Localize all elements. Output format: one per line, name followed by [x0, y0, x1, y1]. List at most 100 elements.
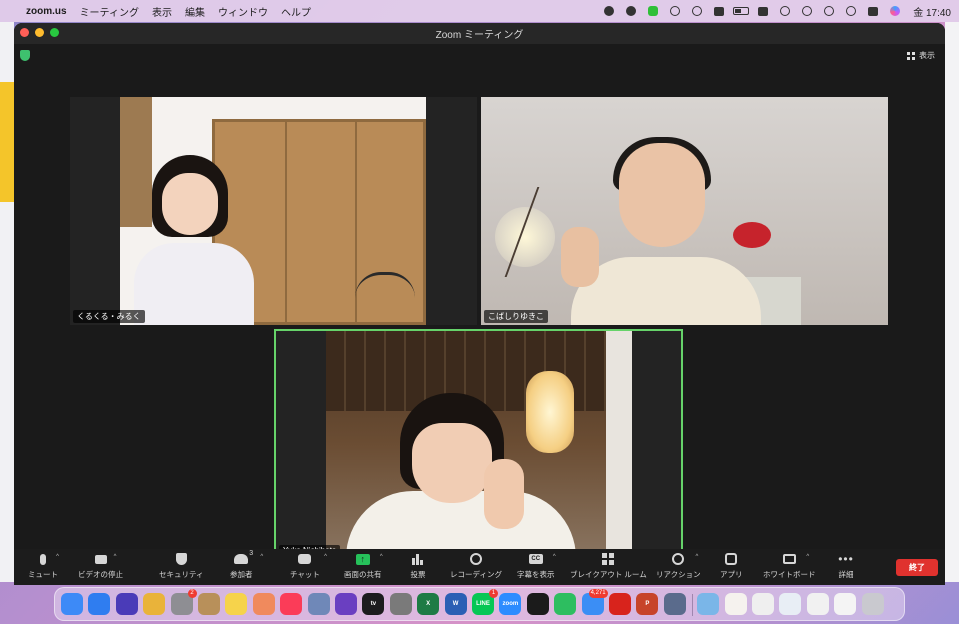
- menu-window[interactable]: ウィンドウ: [218, 4, 268, 19]
- play-icon[interactable]: [689, 5, 705, 17]
- more-button[interactable]: ••• 詳細: [838, 552, 854, 584]
- polls-button[interactable]: 投票: [410, 552, 426, 584]
- breakout-rooms-button[interactable]: ブレイクアウト ルーム: [570, 552, 647, 584]
- video-tile-active-speaker[interactable]: Yuka Nishihata: [274, 329, 683, 560]
- share-options-caret[interactable]: ^: [380, 554, 383, 560]
- window-titlebar: Zoom ミーティング: [14, 23, 945, 44]
- menu-help[interactable]: ヘルプ: [281, 4, 311, 19]
- photos-icon[interactable]: [252, 593, 275, 615]
- mute-button[interactable]: ^ ミュート: [28, 552, 59, 584]
- menu-bar: zoom.us ミーティング 表示 編集 ウィンドウ ヘルプ 金 17:40: [0, 0, 959, 22]
- end-meeting-button[interactable]: 終了: [896, 559, 938, 576]
- keychain-icon[interactable]: [198, 593, 220, 615]
- app-icon[interactable]: [389, 593, 412, 615]
- record-button[interactable]: レコーディング: [450, 552, 502, 584]
- view-button-label: 表示: [919, 51, 935, 60]
- menu-view[interactable]: 表示: [152, 4, 172, 19]
- zoom-meeting-window: Zoom ミーティング 表示 くるくる・みるく こばしりゆきこ ^ ミュート ^…: [14, 23, 945, 585]
- video-gallery: 表示 くるくる・みるく こばしりゆきこ: [14, 44, 945, 560]
- whiteboard-button[interactable]: ^ ホワイトボード: [763, 552, 816, 584]
- imovie-icon[interactable]: [335, 593, 357, 615]
- search-icon[interactable]: [843, 5, 859, 17]
- security-button[interactable]: セキュリティ: [159, 552, 204, 584]
- minimize-window-button[interactable]: [35, 28, 44, 37]
- stop-video-button[interactable]: ^ ビデオの停止: [78, 552, 123, 584]
- meeting-toolbar: ^ ミュート ^ ビデオの停止 セキュリティ 3 ^ 参加者 ^ チャット ↑ ^ …: [14, 549, 945, 585]
- participants-options-caret[interactable]: ^: [260, 554, 263, 560]
- menu-edit[interactable]: 編集: [185, 4, 205, 19]
- zoom-icon[interactable]: zoom: [499, 593, 522, 615]
- polls-label: 投票: [410, 570, 426, 579]
- video-options-caret[interactable]: ^: [114, 554, 117, 560]
- encryption-shield-icon[interactable]: [20, 50, 30, 61]
- document-thumb-5-icon[interactable]: [834, 593, 857, 615]
- shield-icon: [173, 552, 189, 566]
- background-window-left: [0, 22, 14, 582]
- siri-icon[interactable]: [887, 5, 903, 17]
- share-screen-icon: ↑ ^: [355, 552, 383, 566]
- chrome-icon[interactable]: [143, 593, 166, 615]
- chat-options-caret[interactable]: ^: [324, 554, 327, 560]
- dash-icon[interactable]: [623, 5, 639, 17]
- downloads-folder-icon[interactable]: [697, 593, 720, 615]
- view-button[interactable]: 表示: [907, 50, 935, 61]
- safari-icon[interactable]: [88, 593, 111, 615]
- participant-video-3: [326, 331, 632, 558]
- video-tile-participant-1[interactable]: くるくる・みるく: [70, 97, 477, 325]
- captions-button[interactable]: CC ^ 字幕を表示: [517, 552, 556, 584]
- document-thumb-3-icon[interactable]: [779, 593, 802, 615]
- whiteboard-options-caret[interactable]: ^: [806, 554, 809, 560]
- control-center-icon[interactable]: [865, 5, 881, 17]
- screenshot-icon[interactable]: [663, 593, 686, 615]
- battery-icon[interactable]: [733, 5, 750, 17]
- participant-name-tag: こばしりゆきこ: [484, 310, 548, 323]
- powerpoint-icon[interactable]: P: [636, 593, 659, 615]
- line-icon[interactable]: [645, 5, 661, 17]
- document-thumb-4-icon[interactable]: [806, 593, 829, 615]
- record-icon: [468, 552, 484, 566]
- document-thumb-1-icon[interactable]: [724, 593, 747, 615]
- line-app-icon[interactable]: LINE 1: [472, 589, 498, 615]
- excel-icon[interactable]: X: [417, 593, 440, 615]
- apple-tv-icon[interactable]: tv: [362, 593, 385, 615]
- kindle-icon[interactable]: [526, 593, 549, 615]
- more-icon: •••: [838, 552, 854, 566]
- share-screen-label: 画面の共有: [344, 570, 382, 579]
- finder-icon[interactable]: [61, 593, 83, 615]
- document-thumb-2-icon[interactable]: [752, 593, 774, 615]
- time-machine-icon[interactable]: [821, 5, 837, 17]
- word-icon[interactable]: W: [444, 593, 467, 615]
- apps-button[interactable]: アプリ: [720, 552, 743, 584]
- audio-options-caret[interactable]: ^: [56, 554, 59, 560]
- captions-options-caret[interactable]: ^: [553, 554, 556, 560]
- siri-app-icon[interactable]: [115, 593, 138, 615]
- mail-icon[interactable]: 4,271: [581, 589, 608, 615]
- volume-icon[interactable]: [711, 5, 727, 17]
- evernote-icon[interactable]: [554, 593, 577, 615]
- cloud-icon[interactable]: [667, 5, 683, 17]
- fullscreen-window-button[interactable]: [50, 28, 59, 37]
- dock-icon-text: zoom: [502, 601, 519, 607]
- trash-icon[interactable]: [861, 593, 884, 615]
- input-method-icon[interactable]: [755, 5, 771, 17]
- chat-button[interactable]: ^ チャット: [290, 552, 327, 584]
- acrobat-icon[interactable]: [609, 593, 631, 615]
- notes-icon[interactable]: [225, 593, 248, 615]
- participants-button[interactable]: 3 ^ 参加者: [230, 550, 263, 584]
- preview-icon[interactable]: [307, 593, 330, 615]
- creative-cloud-icon[interactable]: [601, 5, 617, 17]
- system-preferences-icon[interactable]: 2: [170, 589, 197, 615]
- participants-icon: 3 ^: [233, 550, 263, 566]
- menu-meeting[interactable]: ミーティング: [80, 4, 139, 19]
- wifi-icon[interactable]: [777, 5, 793, 17]
- dock-icon-text: X: [426, 601, 431, 607]
- share-screen-button[interactable]: ↑ ^ 画面の共有: [344, 552, 383, 584]
- user-icon[interactable]: [799, 5, 815, 17]
- music-icon[interactable]: [280, 593, 303, 615]
- menu-clock[interactable]: 金 17:40: [913, 4, 951, 19]
- video-tile-participant-2[interactable]: こばしりゆきこ: [481, 97, 888, 325]
- close-window-button[interactable]: [20, 28, 29, 37]
- reactions-options-caret[interactable]: ^: [695, 554, 698, 560]
- reactions-button[interactable]: ^ リアクション: [656, 552, 701, 584]
- menu-app-name[interactable]: zoom.us: [26, 6, 67, 17]
